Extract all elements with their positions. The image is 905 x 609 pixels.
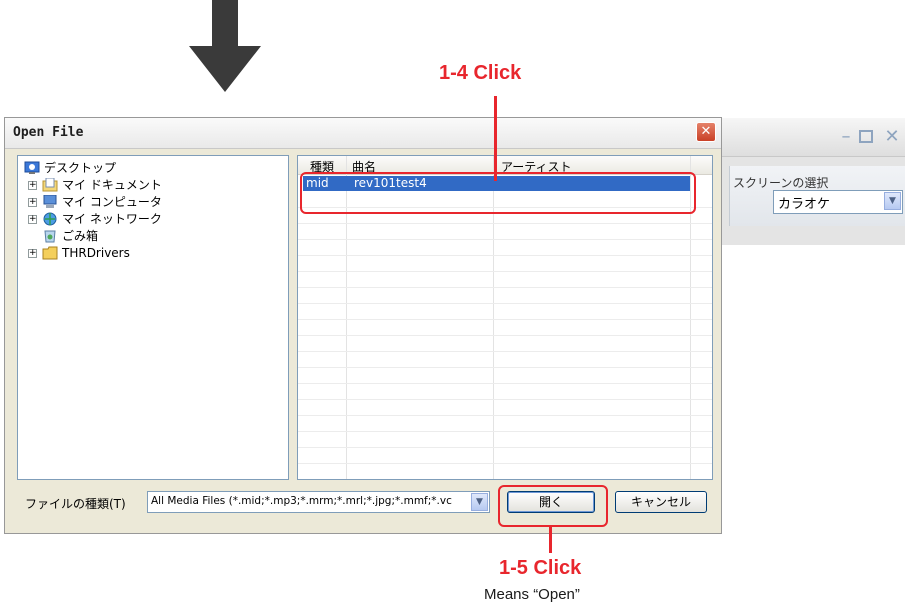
tree-item-label: ごみ箱	[62, 229, 99, 243]
down-arrow-icon	[189, 0, 261, 92]
callout-step-1-5: 1-5 Click	[499, 557, 582, 579]
row-divider	[298, 399, 712, 400]
folder-tree: デスクトップ + マイ ドキュメント + マイ コンピュータ + マイ ネットワ…	[17, 155, 289, 480]
callout-line-1-5	[549, 525, 552, 553]
file-type-dropdown[interactable]: All Media Files (*.mid;*.mp3;*.mrm;*.mrl…	[147, 491, 490, 513]
dialog-title: Open File	[13, 125, 84, 140]
background-window-titlebar: – ✕	[691, 118, 905, 157]
expand-icon[interactable]: +	[28, 198, 37, 207]
row-divider	[298, 255, 712, 256]
screen-select-label: スクリーンの選択	[733, 176, 829, 190]
expand-icon[interactable]: +	[28, 215, 37, 224]
tree-item-label: THRDrivers	[62, 246, 130, 260]
callout-step-1-4: 1-4 Click	[439, 62, 522, 84]
dialog-titlebar: Open File ✕	[5, 118, 721, 149]
my-computer-icon	[43, 195, 57, 208]
row-divider	[298, 271, 712, 272]
minimize-icon[interactable]: –	[837, 128, 855, 146]
tree-item-label: マイ ネットワーク	[62, 212, 162, 226]
file-type-value: All Media Files (*.mid;*.mp3;*.mrm;*.mrl…	[151, 495, 452, 507]
tree-item-label: マイ コンピュータ	[62, 195, 162, 209]
tree-item-label: マイ ドキュメント	[62, 178, 162, 192]
tree-item-label: デスクトップ	[44, 161, 117, 175]
highlight-open-button	[498, 485, 608, 527]
maximize-icon[interactable]	[859, 130, 873, 143]
row-divider	[298, 303, 712, 304]
row-divider	[298, 415, 712, 416]
chevron-down-icon[interactable]: ▼	[884, 192, 901, 210]
row-divider	[298, 223, 712, 224]
row-divider	[298, 239, 712, 240]
row-divider	[298, 431, 712, 432]
folder-icon	[42, 246, 58, 260]
background-app-window: – ✕ スクリーンの選択 カラオケ ▼	[690, 118, 905, 245]
row-divider	[298, 447, 712, 448]
row-divider	[298, 351, 712, 352]
screen-select-dropdown[interactable]: カラオケ ▼	[773, 190, 903, 214]
screen-select-value: カラオケ	[778, 197, 831, 212]
recycle-bin-icon	[44, 230, 56, 243]
row-divider	[298, 383, 712, 384]
my-documents-icon	[42, 178, 58, 192]
row-divider	[298, 287, 712, 288]
row-divider	[298, 335, 712, 336]
highlight-file-row	[300, 172, 696, 214]
desktop-icon	[24, 161, 40, 174]
network-icon	[43, 212, 57, 226]
callout-line-1-4	[494, 96, 497, 181]
close-icon[interactable]: ✕	[696, 122, 716, 142]
callout-step-1-5-note: Means “Open”	[484, 586, 580, 603]
row-divider	[298, 319, 712, 320]
row-divider	[298, 367, 712, 368]
chevron-down-icon[interactable]: ▼	[471, 493, 488, 511]
close-icon[interactable]: ✕	[883, 128, 901, 146]
row-divider	[298, 463, 712, 464]
expand-icon[interactable]: +	[28, 181, 37, 190]
cancel-button[interactable]: キャンセル	[615, 491, 707, 513]
expand-icon[interactable]: +	[28, 249, 37, 258]
file-type-label: ファイルの種類(T)	[25, 497, 126, 511]
